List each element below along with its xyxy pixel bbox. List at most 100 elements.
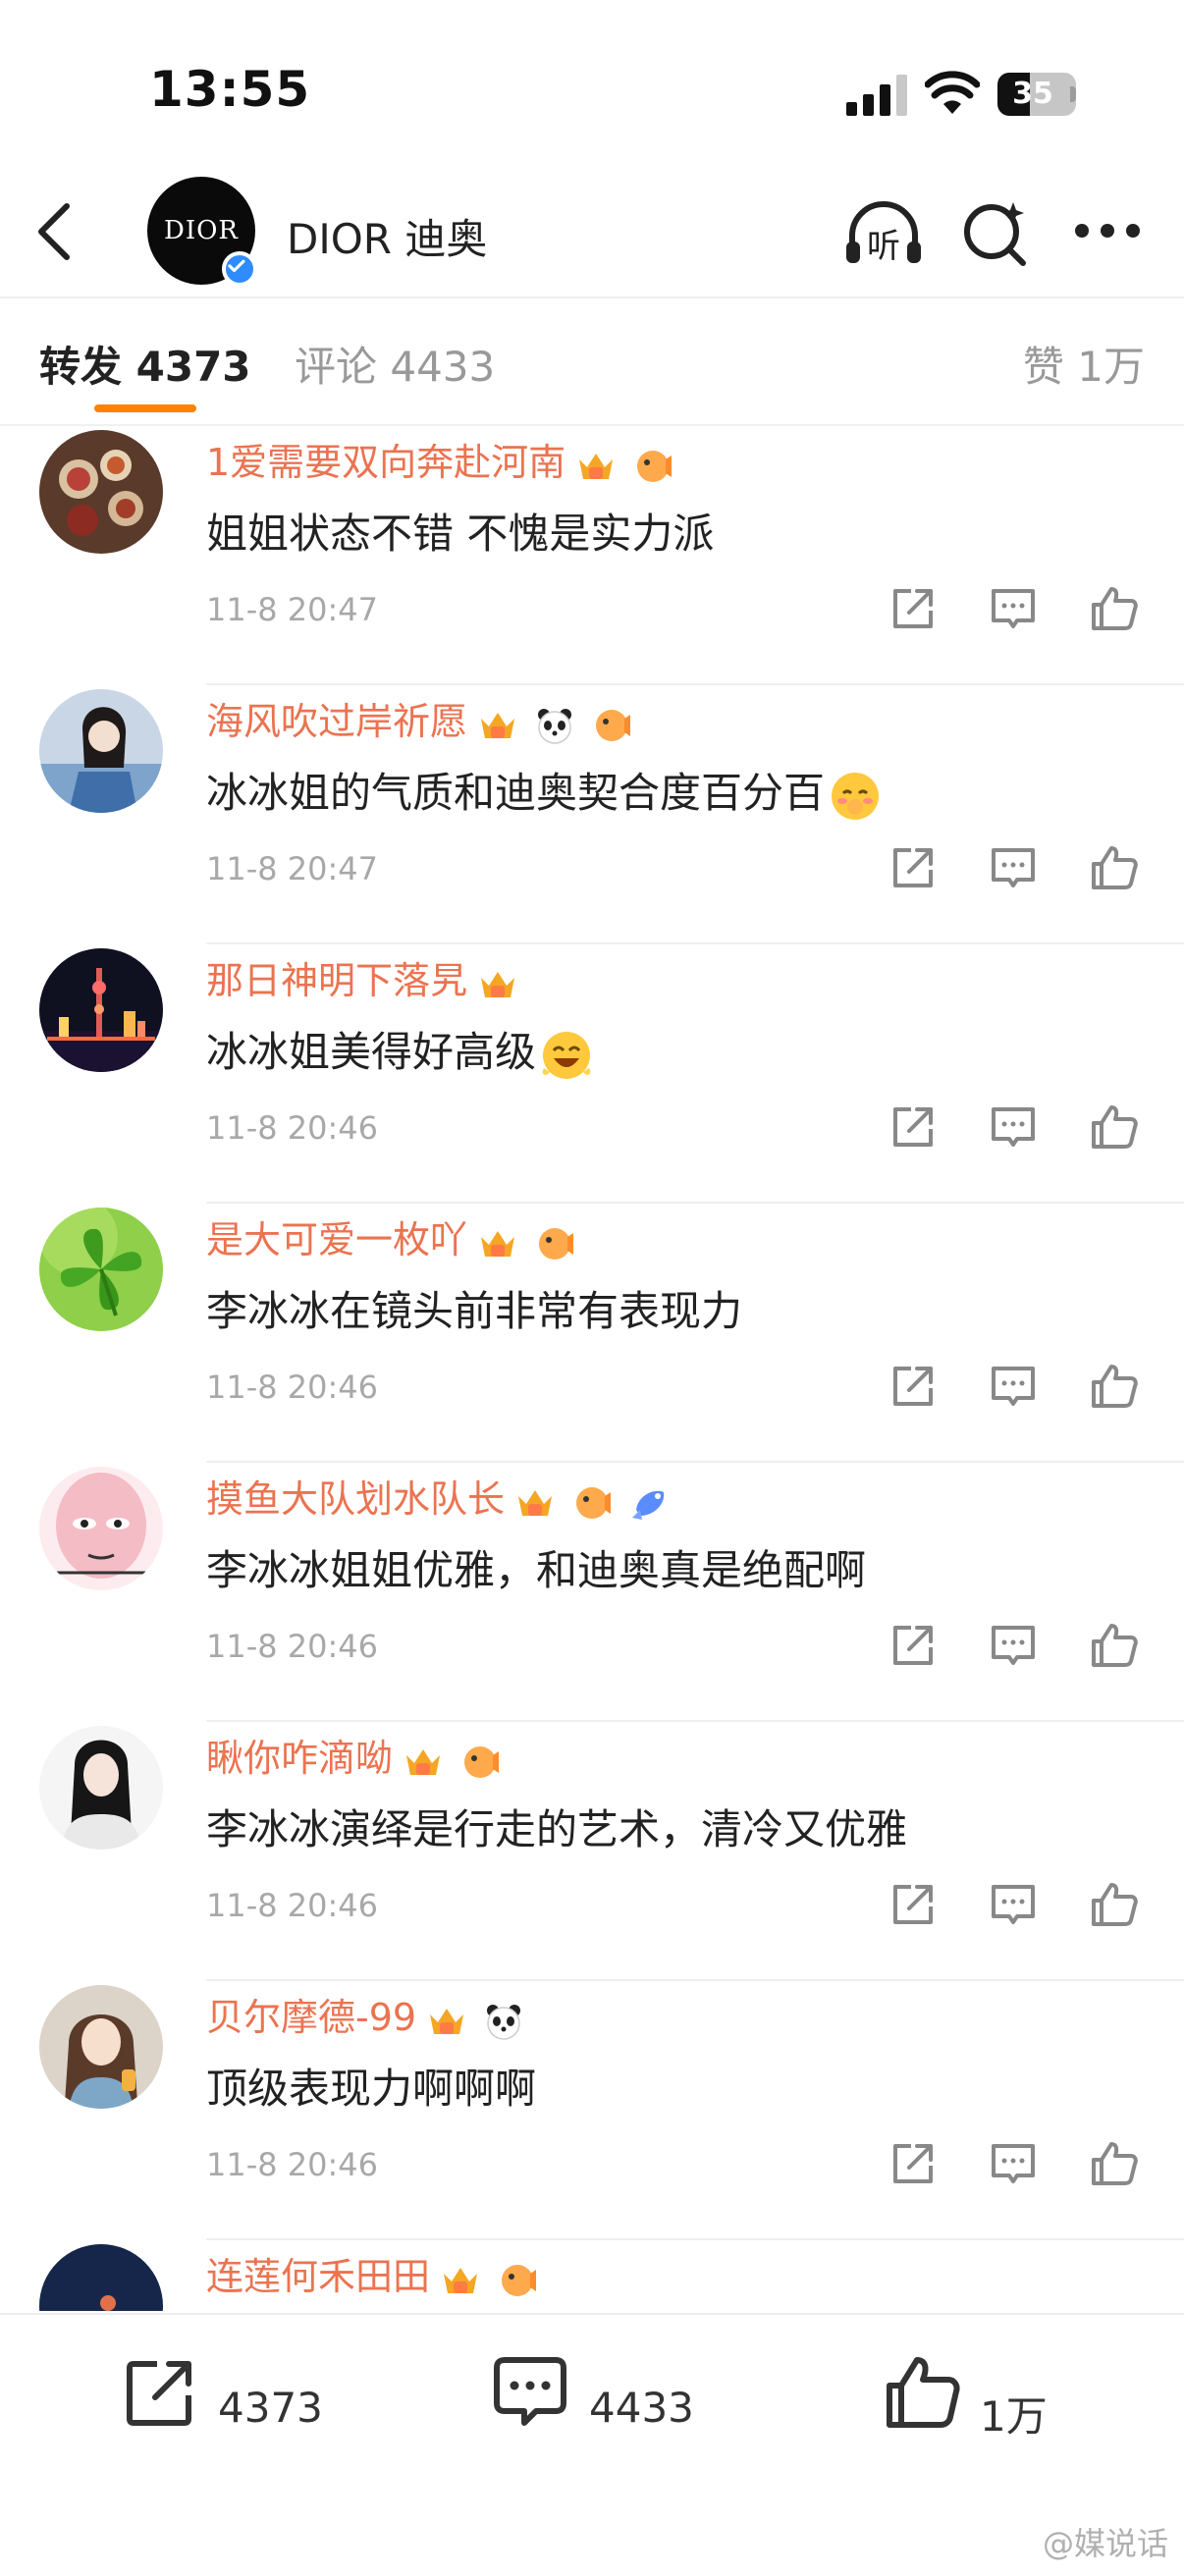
crown-badge-icon (430, 2009, 464, 2035)
shy-face-emoji-icon (832, 772, 880, 820)
tab-comment[interactable]: 评论 4433 (295, 334, 495, 394)
like-icon[interactable] (1088, 1361, 1139, 1412)
repost-text: 姐姐状态不错 不愧是实力派 (206, 510, 715, 558)
wifi-icon (925, 71, 980, 114)
search-icon[interactable] (962, 196, 1031, 269)
timestamp: 11-8 20:46 (206, 1368, 379, 1406)
comment-icon[interactable] (988, 1101, 1039, 1153)
top-nav-bar: DIOR DIOR 迪奥 听 (0, 167, 1184, 298)
timestamp: 11-8 20:47 (206, 591, 379, 628)
username[interactable]: 那日神明下落旯 (206, 950, 522, 1005)
like-icon[interactable] (1088, 1620, 1139, 1671)
comment-icon[interactable] (988, 2138, 1039, 2189)
tab-like[interactable]: 赞 1万 (1023, 334, 1145, 394)
like-icon[interactable] (1088, 1101, 1139, 1153)
like-count: 1万 (980, 2392, 1048, 2441)
dior-avatar[interactable]: DIOR (147, 177, 257, 287)
repost-text: 李冰冰演绎是行走的艺术，清冷又优雅 (206, 1805, 908, 1853)
repost-text: 冰冰姐的气质和迪奥契合度百分百 (206, 760, 882, 823)
like-icon[interactable] (1088, 1879, 1139, 1930)
crown-badge-icon (518, 1490, 553, 1517)
username[interactable]: 海风吹过岸祈愿 (206, 691, 636, 746)
svg-text:听: 听 (867, 227, 900, 266)
like-button[interactable]: 1万 (884, 2354, 1060, 2452)
status-bar: 13:55 35 (0, 0, 1184, 167)
username[interactable]: 是大可爱一枚吖 (206, 1209, 579, 1264)
crown-badge-icon (481, 1231, 515, 1258)
fish-badge-icon (464, 1746, 500, 1779)
fish-badge-icon (576, 1487, 612, 1520)
comment-icon (494, 2357, 566, 2426)
timestamp: 11-8 20:47 (206, 850, 379, 887)
avatar[interactable] (39, 948, 163, 1072)
back-arrow-icon[interactable] (29, 200, 81, 263)
crown-badge-icon (444, 2268, 478, 2294)
crown-badge-icon (481, 713, 515, 739)
bottom-action-bar: 4373 4433 1万 @媒说话 (0, 2313, 1184, 2576)
comment-icon[interactable] (988, 1361, 1039, 1412)
avatar[interactable] (39, 430, 163, 554)
repost-text: 李冰冰姐姐优雅，和迪奥真是绝配啊 (206, 1546, 867, 1594)
avatar[interactable] (39, 1467, 163, 1590)
share-icon[interactable] (888, 1879, 939, 1930)
avatar[interactable] (39, 2244, 163, 2311)
watermark: @媒说话 (1042, 2525, 1168, 2562)
tab-repost[interactable]: 转发 4373 (39, 334, 251, 394)
repost-text: 李冰冰在镜头前非常有表现力 (206, 1287, 743, 1335)
happy-face-emoji-icon (542, 1031, 591, 1079)
list-item: 是大可爱一枚吖 李冰冰在镜头前非常有表现力 11-8 20:46 (0, 1204, 1184, 1463)
username[interactable]: 瞅你咋滴呦 (206, 1728, 505, 1783)
comment-icon[interactable] (988, 583, 1039, 634)
comment-icon[interactable] (988, 1879, 1039, 1930)
status-time: 13:55 (149, 61, 311, 118)
account-name[interactable]: DIOR 迪奥 (287, 206, 487, 266)
share-icon[interactable] (888, 1620, 939, 1671)
more-options-icon[interactable] (1074, 220, 1141, 242)
active-tab-indicator (94, 404, 196, 412)
like-icon[interactable] (1088, 842, 1139, 893)
tab-bar: 转发 4373 评论 4433 赞 1万 (0, 296, 1184, 426)
verified-badge-icon (222, 251, 257, 287)
avatar[interactable] (39, 1208, 163, 1331)
username[interactable]: 连莲何禾田田 (206, 2246, 542, 2301)
comment-icon[interactable] (988, 842, 1039, 893)
like-icon[interactable] (1088, 2138, 1139, 2189)
username[interactable]: 贝尔摩德-99 (206, 1987, 528, 2042)
battery-indicator: 35 (997, 73, 1076, 116)
timestamp: 11-8 20:46 (206, 1887, 379, 1924)
timestamp: 11-8 20:46 (206, 1628, 379, 1665)
list-item: 连莲何禾田田 (0, 2240, 1184, 2311)
listen-headphones-icon[interactable]: 听 (844, 198, 923, 269)
share-icon (127, 2361, 191, 2426)
share-icon[interactable] (888, 842, 939, 893)
fish-badge-icon (637, 451, 673, 483)
avatar[interactable] (39, 689, 163, 813)
crown-badge-icon (481, 972, 515, 998)
avatar[interactable] (39, 1726, 163, 1850)
panda-badge-icon (538, 709, 572, 744)
list-item: 那日神明下落旯 冰冰姐美得好高级 11-8 20:46 (0, 944, 1184, 1204)
comment-button[interactable]: 4433 (491, 2354, 717, 2452)
share-icon[interactable] (888, 2138, 939, 2189)
comment-icon[interactable] (988, 1620, 1039, 1671)
list-item: 海风吹过岸祈愿 冰冰姐的气质和迪奥契合度百分百 11-8 20:47 (0, 685, 1184, 944)
crown-badge-icon (406, 1749, 441, 1776)
repost-list: 1爱需要双向奔赴河南 姐姐状态不错 不愧是实力派 11-8 20:47 海风吹过… (0, 426, 1184, 2311)
share-icon[interactable] (888, 583, 939, 634)
fish-badge-icon (539, 1228, 574, 1261)
blue-fish-badge-icon (632, 1491, 665, 1521)
username[interactable]: 摸鱼大队划水队长 (206, 1469, 673, 1524)
like-icon[interactable] (1088, 583, 1139, 634)
fish-badge-icon (502, 2265, 537, 2297)
avatar[interactable] (39, 1985, 163, 2109)
username[interactable]: 1爱需要双向奔赴河南 (206, 432, 677, 487)
list-item: 1爱需要双向奔赴河南 姐姐状态不错 不愧是实力派 11-8 20:47 (0, 426, 1184, 685)
list-item: 摸鱼大队划水队长 李冰冰姐姐优雅，和迪奥真是绝配啊 11-8 20:46 (0, 1463, 1184, 1722)
repost-button[interactable]: 4373 (124, 2354, 340, 2452)
panda-badge-icon (487, 2005, 521, 2040)
cellular-signal-icon (846, 75, 907, 116)
timestamp: 11-8 20:46 (206, 1109, 379, 1147)
repost-text: 冰冰姐美得好高级 (206, 1019, 593, 1082)
share-icon[interactable] (888, 1361, 939, 1412)
share-icon[interactable] (888, 1101, 939, 1153)
